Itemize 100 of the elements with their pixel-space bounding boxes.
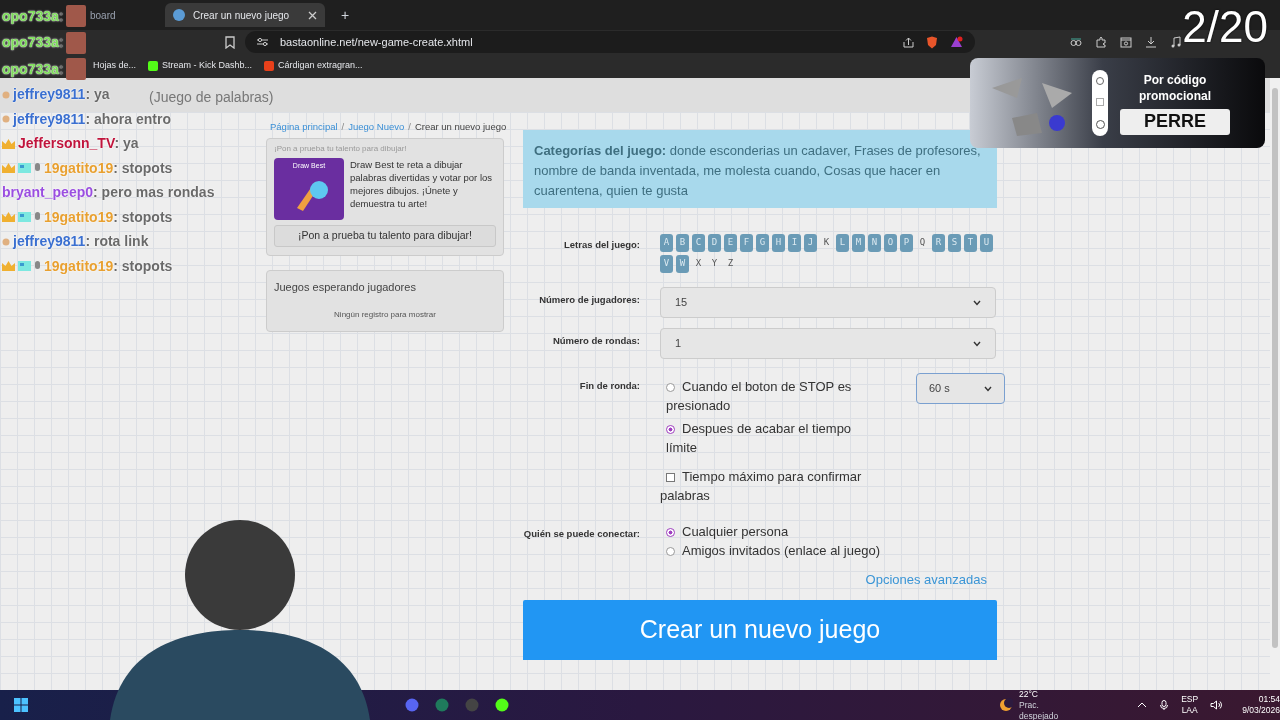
windows-icon[interactable] xyxy=(14,698,28,712)
chat-message: 19gatito19: stopots xyxy=(44,256,173,276)
radio-button[interactable] xyxy=(666,425,675,435)
letter-toggle[interactable]: V xyxy=(660,255,673,273)
chevron-down-icon xyxy=(984,385,992,392)
clock[interactable]: 01:54 9/03/2026 xyxy=(1242,694,1280,716)
triangle-icon[interactable] xyxy=(950,36,963,48)
bookmark-icon[interactable] xyxy=(225,35,235,49)
letter-toggle[interactable]: J xyxy=(804,234,817,252)
time-limit-select[interactable]: 60 s xyxy=(916,373,1005,404)
bookmark-link[interactable]: Stream - Kick Dashb... xyxy=(148,59,253,73)
app-icon[interactable] xyxy=(495,698,509,712)
chat-message: 19gatito19: stopots xyxy=(44,207,173,227)
bookmark-link[interactable]: Hojas de... xyxy=(93,59,137,73)
music-icon[interactable] xyxy=(1170,36,1182,48)
letter-toggle[interactable]: Q xyxy=(916,234,929,252)
checkbox-option[interactable]: Tiempo máximo para confirmar palabras xyxy=(660,467,890,505)
promo-code: PERRE xyxy=(1120,108,1230,135)
close-icon[interactable] xyxy=(307,10,317,20)
radio-option[interactable]: Cuando el boton de STOP es presionado xyxy=(666,377,860,415)
breadcrumb-link[interactable]: Juego Nuevo xyxy=(348,119,405,135)
breadcrumb-current: Crear un nuevo juego xyxy=(414,119,507,134)
breadcrumb-link[interactable]: Página principal xyxy=(270,119,338,135)
promo-text: Por código promocional xyxy=(1138,71,1212,104)
letter-toggle[interactable]: M xyxy=(852,234,865,252)
address-bar[interactable]: bastaonline.net/new-game-create.xhtml xyxy=(245,31,975,53)
letter-toggle[interactable]: O xyxy=(884,234,897,252)
create-game-button[interactable]: Crear un nuevo juego xyxy=(523,599,997,660)
puzzle-icon[interactable] xyxy=(1095,36,1107,48)
chat-badge-icon xyxy=(18,163,31,174)
promo-button[interactable]: ¡Pon a prueba tu talento para dibujar! xyxy=(274,225,496,247)
radio-option[interactable]: Despues de acabar el tiempo límite xyxy=(666,419,860,457)
chat-badge-icon xyxy=(34,212,41,223)
breadcrumb-separator: / xyxy=(341,119,345,134)
letter-toggle[interactable]: L xyxy=(836,234,849,252)
letter-toggle[interactable]: T xyxy=(964,234,977,252)
letter-toggle[interactable]: H xyxy=(772,234,785,252)
letter-toggle[interactable]: D xyxy=(708,234,721,252)
letter-toggle[interactable]: C xyxy=(692,234,705,252)
speaker-icon[interactable] xyxy=(1210,700,1223,710)
letter-toggle[interactable]: R xyxy=(932,234,945,252)
browser-tab[interactable]: board xyxy=(90,3,157,27)
letter-toggle[interactable]: I xyxy=(788,234,801,252)
chat-message: Jeffersonn_TV: ya xyxy=(18,134,139,154)
letter-toggle[interactable]: S xyxy=(948,234,961,252)
letter-toggle[interactable]: K xyxy=(820,234,833,252)
glasses-icon[interactable] xyxy=(1070,36,1082,48)
chat-badge-icon xyxy=(2,261,15,272)
mic-icon[interactable] xyxy=(1159,700,1170,710)
letter-toggle[interactable]: B xyxy=(676,234,689,252)
advanced-options-link[interactable]: Opciones avanzadas xyxy=(865,570,987,590)
players-select[interactable]: 15 xyxy=(660,287,996,318)
tune-icon[interactable] xyxy=(257,37,268,47)
new-tab-button[interactable]: + xyxy=(333,4,358,26)
browser-tab[interactable]: Crear un nuevo juego xyxy=(165,3,325,27)
chat-badge-icon xyxy=(34,163,41,174)
letter-toggle[interactable]: W xyxy=(676,255,689,273)
temperature: 22°C xyxy=(1019,688,1039,700)
chat-badge-icon xyxy=(34,261,41,272)
field-label: Fin de ronda: xyxy=(578,379,640,393)
radio-button[interactable] xyxy=(666,383,675,393)
language-indicator[interactable]: ESP LAA xyxy=(1181,694,1199,716)
categories-box: Categorías del juego: donde esconderias un cadaver, Frases de profesores, nombre de banda inventada, me molesta cuando, Cosas que hacer en cuarentena, quien te gusta xyxy=(523,130,997,208)
chat-badge-icon xyxy=(18,261,31,272)
chat-message: jeffrey9811: rota link xyxy=(13,232,149,252)
letter-toggle[interactable]: F xyxy=(740,234,753,252)
share-icon[interactable] xyxy=(903,36,914,48)
letter-toggle[interactable]: P xyxy=(900,234,913,252)
radio-button[interactable] xyxy=(666,528,675,538)
bookmark-link[interactable]: Cárdigan extragran... xyxy=(264,59,363,73)
field-label: Quién se puede conectar: xyxy=(522,527,640,541)
field-label: Número de jugadores: xyxy=(538,293,640,307)
letter-toggle[interactable]: E xyxy=(724,234,737,252)
letter-toggle[interactable]: Y xyxy=(708,255,721,273)
square-icon xyxy=(264,61,275,71)
radio-option[interactable]: Cualquier persona xyxy=(666,522,1005,541)
letter-toggle[interactable]: X xyxy=(692,255,705,273)
radio-option[interactable]: Amigos invitados (enlace al juego) xyxy=(666,541,1005,560)
chat-badge-icon xyxy=(18,212,31,223)
round-counter: 2/20 xyxy=(1182,2,1268,52)
emote-image xyxy=(66,31,87,54)
rounds-select[interactable]: 1 xyxy=(660,328,996,359)
letter-toggle[interactable]: N xyxy=(868,234,881,252)
download-icon[interactable] xyxy=(1145,36,1157,48)
letter-toggle[interactable]: Z xyxy=(724,255,737,273)
letter-toggle[interactable]: A xyxy=(660,234,673,252)
page-subtitle: (Juego de palabras) xyxy=(149,88,274,107)
window-search-icon[interactable] xyxy=(1120,36,1132,48)
letter-toggle[interactable]: U xyxy=(980,234,993,252)
checkbox[interactable] xyxy=(666,473,675,483)
letter-toggle[interactable]: G xyxy=(756,234,769,252)
panel-title: Juegos esperando jugadores xyxy=(274,280,417,295)
caret-up-icon[interactable] xyxy=(1137,700,1148,710)
empty-message: Ningún registro para mostrar xyxy=(334,308,436,321)
emote-image xyxy=(66,58,87,81)
chat-badge-icon xyxy=(2,138,15,149)
field-label: Letras del juego: xyxy=(563,238,640,252)
radio-button[interactable] xyxy=(666,547,675,557)
chat-message: bryant_peep0: pero mas rondas xyxy=(2,183,215,203)
chat-badge-icon xyxy=(2,212,15,223)
